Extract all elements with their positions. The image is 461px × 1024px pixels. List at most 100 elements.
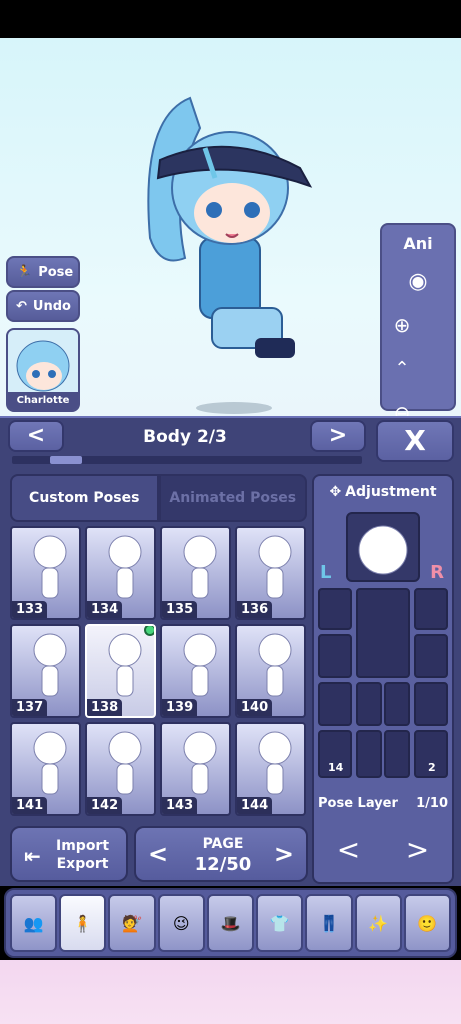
status-bar <box>0 0 461 38</box>
right-thigh[interactable] <box>384 682 410 726</box>
undo-button-label: Undo <box>32 298 71 314</box>
next-layer-button[interactable]: > <box>383 818 452 882</box>
pose-item[interactable]: 133 <box>10 526 81 620</box>
pose-button-label: Pose <box>38 264 74 280</box>
pose-number: 140 <box>237 699 273 716</box>
prev-layer-button[interactable]: < <box>314 818 383 882</box>
hair-icon: 💇 <box>122 913 142 933</box>
character-card[interactable]: Charlotte <box>6 328 80 412</box>
prev-page-button[interactable]: < <box>148 840 168 868</box>
pose-number: 138 <box>87 699 123 716</box>
panel-title: Body 2/3 <box>143 427 227 447</box>
head-part[interactable] <box>346 512 420 582</box>
pose-layer-nav: < > <box>314 818 452 882</box>
right-side-label: R <box>430 562 444 583</box>
animation-panel: Ani ◉ ⊕ ⌃ ⊖ ⌄ <box>380 223 456 467</box>
pose-button[interactable]: 🏃 Pose <box>6 256 80 288</box>
category-hair[interactable]: 💇 <box>108 894 156 952</box>
page-value: 12/50 <box>194 854 252 875</box>
category-accessories[interactable]: 🎩 <box>206 894 255 952</box>
pose-grid: 133 134 135 136 137 138 139 140 141 142 … <box>10 526 307 820</box>
face-icon: 😉 <box>172 913 190 933</box>
right-forearm[interactable] <box>414 634 448 678</box>
head-icon <box>358 525 408 575</box>
character-name: Charlotte <box>8 392 78 410</box>
right-shin[interactable] <box>384 730 410 778</box>
torso[interactable] <box>356 588 410 678</box>
move-icon: ✥ <box>329 484 342 500</box>
left-foot[interactable]: 14 <box>318 730 352 778</box>
adjustment-panel: ✥ Adjustment L R 14 2 Pose Layer 1/10 < … <box>312 474 454 884</box>
pose-item[interactable]: 135 <box>160 526 231 620</box>
left-thigh[interactable] <box>356 682 382 726</box>
pose-figure-icon: 🧍 <box>72 913 93 933</box>
prev-body-button[interactable]: < <box>8 420 64 452</box>
export-label: Export <box>56 856 109 872</box>
right-count: 2 <box>428 761 436 774</box>
page-selector: < PAGE 12/50 > <box>134 826 308 882</box>
chevron-up-icon[interactable]: ⌃ <box>386 349 418 389</box>
pose-item[interactable]: 136 <box>235 526 306 620</box>
page-progress <box>12 456 362 464</box>
close-button[interactable]: X <box>376 420 454 462</box>
pose-number: 139 <box>162 699 198 716</box>
undo-button[interactable]: ↶ Undo <box>6 290 80 322</box>
page-label: PAGE <box>202 836 244 852</box>
adjustment-title: Adjustment <box>345 484 437 500</box>
profile-icon: 🙂 <box>417 913 438 933</box>
left-count: 14 <box>328 761 344 774</box>
category-characters[interactable]: 👥 <box>10 894 58 952</box>
body-parts: 14 2 <box>318 588 448 788</box>
characters-icon: 👥 <box>23 913 44 933</box>
pants-icon: 👖 <box>318 913 339 933</box>
shirt-icon: 👕 <box>269 913 290 933</box>
pose-item[interactable]: 143 <box>160 722 231 816</box>
pose-number: 143 <box>162 797 198 814</box>
pose-item[interactable]: 141 <box>10 722 81 816</box>
category-effects[interactable]: ✨ <box>354 894 402 952</box>
right-foot[interactable]: 2 <box>414 730 448 778</box>
pose-layer-row: Pose Layer 1/10 <box>318 796 448 811</box>
tab-custom-poses[interactable]: Custom Poses <box>10 474 159 522</box>
left-hand[interactable] <box>318 682 352 726</box>
pose-figure-icon: 🏃 <box>16 264 33 280</box>
pose-layer-value: 1/10 <box>416 796 448 811</box>
pose-item[interactable]: 140 <box>235 624 306 718</box>
pose-item-selected[interactable]: 138 <box>85 624 156 718</box>
import-export-button[interactable]: ⇤ Import Export <box>10 826 128 882</box>
next-body-button[interactable]: > <box>310 420 366 452</box>
category-bar: 👥 🧍 💇 😉 🎩 👕 👖 ✨ 🙂 <box>4 888 457 958</box>
character-portrait <box>8 330 78 396</box>
category-face[interactable]: 😉 <box>157 894 205 952</box>
zoom-in-icon[interactable]: ⊕ <box>386 305 418 345</box>
category-shirt[interactable]: 👕 <box>256 894 304 952</box>
pose-item[interactable]: 134 <box>85 526 156 620</box>
left-shin[interactable] <box>356 730 382 778</box>
next-page-button[interactable]: > <box>274 840 294 868</box>
eye-icon[interactable]: ◉ <box>382 263 454 299</box>
right-upper-arm[interactable] <box>414 588 448 630</box>
pose-number: 136 <box>237 601 273 618</box>
ani-button[interactable]: Ani <box>382 225 454 263</box>
pose-tabs: Custom Poses Animated Poses <box>10 474 307 522</box>
pose-number: 141 <box>12 797 48 814</box>
category-profile[interactable]: 🙂 <box>403 894 451 952</box>
pose-layer-label: Pose Layer <box>318 796 398 811</box>
import-export-icon: ⇤ <box>24 844 41 868</box>
adjustment-header[interactable]: ✥ Adjustment <box>314 476 452 508</box>
category-pants[interactable]: 👖 <box>305 894 353 952</box>
pose-number: 133 <box>12 601 48 618</box>
accessories-icon: 🎩 <box>220 913 241 933</box>
left-forearm[interactable] <box>318 634 352 678</box>
pose-number: 144 <box>237 797 273 814</box>
tab-animated-poses[interactable]: Animated Poses <box>158 474 307 522</box>
pose-item[interactable]: 144 <box>235 722 306 816</box>
import-label: Import <box>56 838 110 854</box>
category-pose[interactable]: 🧍 <box>59 894 107 952</box>
pose-item[interactable]: 137 <box>10 624 81 718</box>
bottom-background <box>0 960 461 1024</box>
pose-item[interactable]: 142 <box>85 722 156 816</box>
left-upper-arm[interactable] <box>318 588 352 630</box>
pose-item[interactable]: 139 <box>160 624 231 718</box>
right-hand[interactable] <box>414 682 448 726</box>
